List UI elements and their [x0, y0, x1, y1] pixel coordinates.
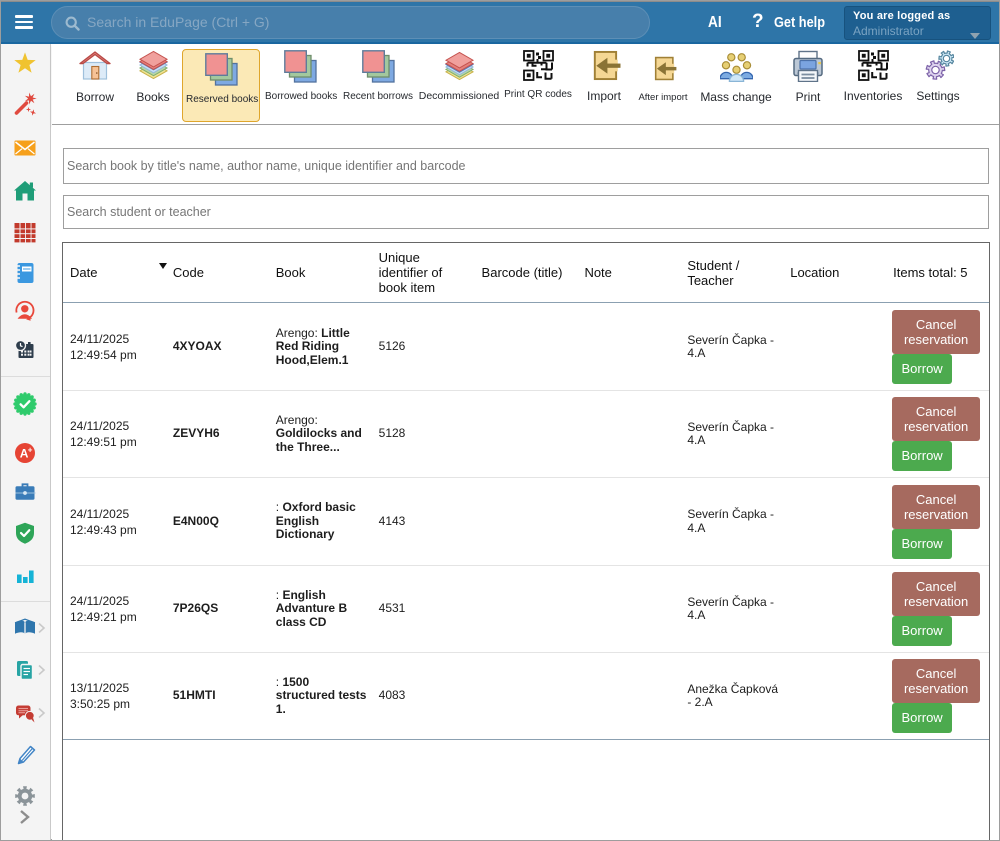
- svg-text:+: +: [28, 446, 33, 455]
